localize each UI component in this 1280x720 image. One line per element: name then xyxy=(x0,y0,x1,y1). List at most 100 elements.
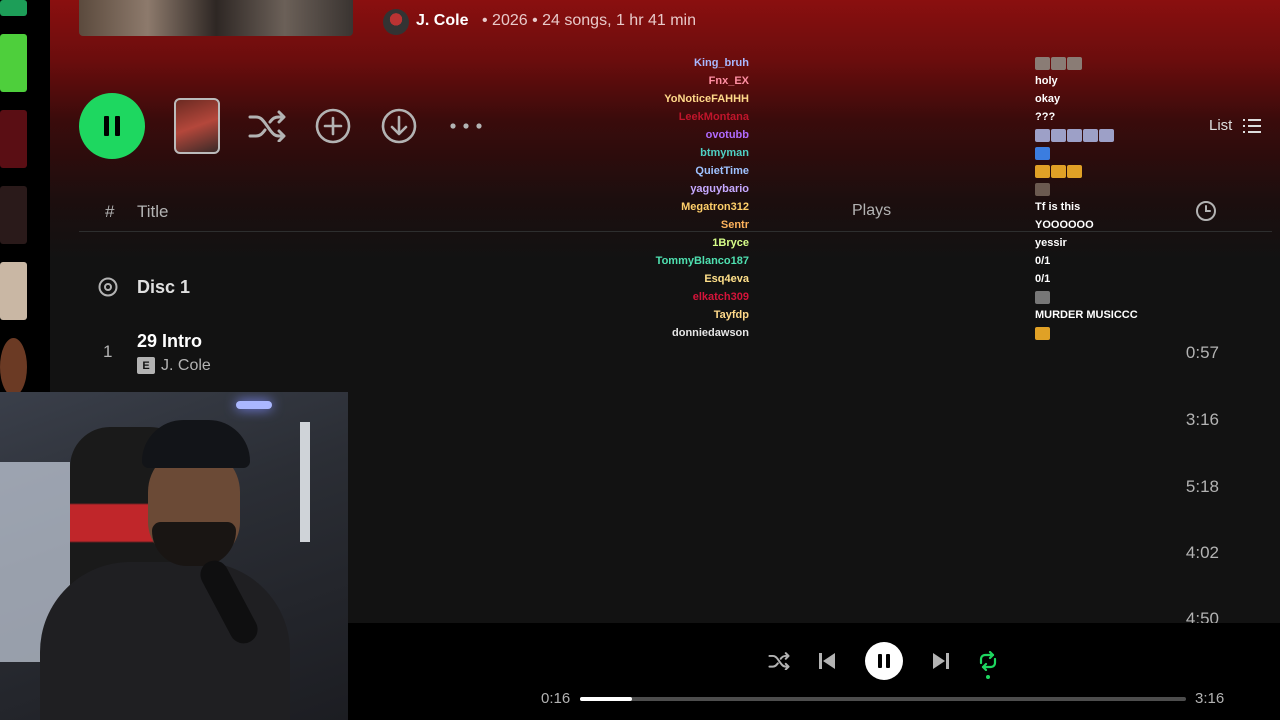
progress-fill xyxy=(580,697,632,701)
chat-message-text: 0/1 xyxy=(1035,255,1050,267)
library-item[interactable] xyxy=(0,34,27,92)
artist-avatar[interactable] xyxy=(383,9,409,35)
chat-username[interactable]: Esq4eva xyxy=(704,273,749,285)
previous-button[interactable] xyxy=(814,649,840,673)
chat-text: ??? xyxy=(1035,111,1056,123)
pause-icon xyxy=(104,116,120,136)
add-to-library-button[interactable] xyxy=(313,106,353,146)
library-item[interactable] xyxy=(0,110,27,168)
album-art-thumbnail[interactable] xyxy=(174,98,220,154)
chat-message-text: 0/1 xyxy=(1035,273,1050,285)
track-duration: 0:57 xyxy=(1185,343,1219,362)
shuffle-toggle[interactable] xyxy=(765,649,793,673)
chat-message-text: holy xyxy=(1035,75,1058,87)
skip-back-icon xyxy=(819,653,835,669)
emote-icon xyxy=(1083,128,1098,142)
emote-icon xyxy=(1035,182,1050,196)
shuffle-button[interactable] xyxy=(247,106,287,146)
chat-text: YOOOOOO xyxy=(1035,219,1094,231)
column-header-duration[interactable] xyxy=(1195,200,1217,227)
chat-username[interactable]: yaguybario xyxy=(690,183,749,195)
more-icon xyxy=(450,123,482,129)
track-number: 1 xyxy=(103,342,113,361)
more-options-button[interactable] xyxy=(446,106,486,146)
chat-message-text xyxy=(1035,290,1051,304)
library-item[interactable] xyxy=(0,186,27,244)
chat-username[interactable]: Megatron312 xyxy=(681,201,749,213)
emote-icon xyxy=(1035,128,1050,142)
chat-username[interactable]: QuietTime xyxy=(695,165,749,177)
webcam-feed xyxy=(0,392,348,720)
progress-bar[interactable] xyxy=(580,697,1186,701)
library-item[interactable] xyxy=(0,338,27,396)
play-pause-button[interactable] xyxy=(79,93,145,159)
emote-icon xyxy=(1051,164,1066,178)
chat-username[interactable]: Tayfdp xyxy=(714,309,749,321)
emote-icon xyxy=(1051,128,1066,142)
emote-icon xyxy=(1067,128,1082,142)
album-cover-banner xyxy=(79,0,353,36)
plus-circle-icon xyxy=(315,108,351,144)
chat-username[interactable]: 1Bryce xyxy=(712,237,749,249)
chat-message-text: yessir xyxy=(1035,237,1067,249)
emote-icon xyxy=(1035,56,1050,70)
repeat-active-indicator xyxy=(986,675,990,679)
library-item[interactable] xyxy=(0,0,27,16)
chat-username[interactable]: Sentr xyxy=(721,219,749,231)
cam-light xyxy=(236,401,272,409)
chat-text: okay xyxy=(1035,93,1061,105)
chat-text: Tf is this xyxy=(1035,201,1081,213)
chat-username[interactable]: btmyman xyxy=(700,147,749,159)
chat-username[interactable]: donniedawson xyxy=(672,327,749,339)
sidebar-divider xyxy=(40,0,50,392)
player-pause-button[interactable] xyxy=(865,642,903,680)
chat-username[interactable]: YoNoticeFAHHH xyxy=(664,93,749,105)
chat-message-text: MURDER MUSICCC xyxy=(1035,309,1138,321)
repeat-toggle[interactable] xyxy=(976,649,1000,673)
chat-message-text xyxy=(1035,164,1083,178)
chat-message-text xyxy=(1035,128,1115,142)
column-header-number: # xyxy=(105,202,115,221)
explicit-badge: E xyxy=(137,357,155,374)
track-duration: 3:16 xyxy=(1185,410,1219,429)
chat-username[interactable]: King_bruh xyxy=(694,57,749,69)
chat-message-text xyxy=(1035,182,1051,196)
column-header-plays[interactable]: Plays xyxy=(852,202,891,220)
chat-username[interactable]: ovotubb xyxy=(706,129,749,141)
emote-icon xyxy=(1051,56,1066,70)
chat-message-text xyxy=(1035,326,1051,340)
chat-message-text: okay xyxy=(1035,93,1060,105)
emote-icon xyxy=(1035,146,1050,160)
chat-username[interactable]: Fnx_EX xyxy=(709,75,749,87)
chat-text: 0/1 xyxy=(1035,255,1051,267)
disc-icon xyxy=(98,277,118,302)
artist-name[interactable]: J. Cole xyxy=(416,12,468,30)
track-artist[interactable]: J. Cole xyxy=(161,357,211,375)
chat-message-text: YOOOOOO xyxy=(1035,219,1094,231)
emote-icon xyxy=(1035,164,1050,178)
library-item[interactable] xyxy=(0,262,27,320)
skip-forward-icon xyxy=(933,653,949,669)
download-button[interactable] xyxy=(379,106,419,146)
repeat-icon xyxy=(979,651,997,671)
chat-text: 0/1 xyxy=(1035,273,1051,285)
current-time: 0:16 xyxy=(541,690,571,707)
track-title[interactable]: 29 Intro xyxy=(137,331,202,352)
total-time: 3:16 xyxy=(1195,690,1225,707)
pause-icon xyxy=(878,654,890,668)
chat-message-text: Tf is this xyxy=(1035,201,1080,213)
shuffle-icon xyxy=(248,110,286,142)
chat-username[interactable]: TommyBlanco187 xyxy=(656,255,749,267)
emote-icon xyxy=(1067,56,1082,70)
next-button[interactable] xyxy=(928,649,954,673)
emote-icon xyxy=(1067,164,1082,178)
chat-text: MURDER MUSICCC xyxy=(1035,309,1138,321)
chat-username[interactable]: LeekMontana xyxy=(679,111,749,123)
album-meta: • 2026 • 24 songs, 1 hr 41 min xyxy=(482,12,696,29)
chat-username[interactable]: elkatch309 xyxy=(693,291,749,303)
column-header-title[interactable]: Title xyxy=(137,202,169,222)
library-sidebar xyxy=(0,0,40,396)
track-duration: 4:02 xyxy=(1185,543,1219,562)
view-mode-toggle[interactable]: List xyxy=(1209,117,1262,134)
clock-icon xyxy=(1196,201,1216,221)
